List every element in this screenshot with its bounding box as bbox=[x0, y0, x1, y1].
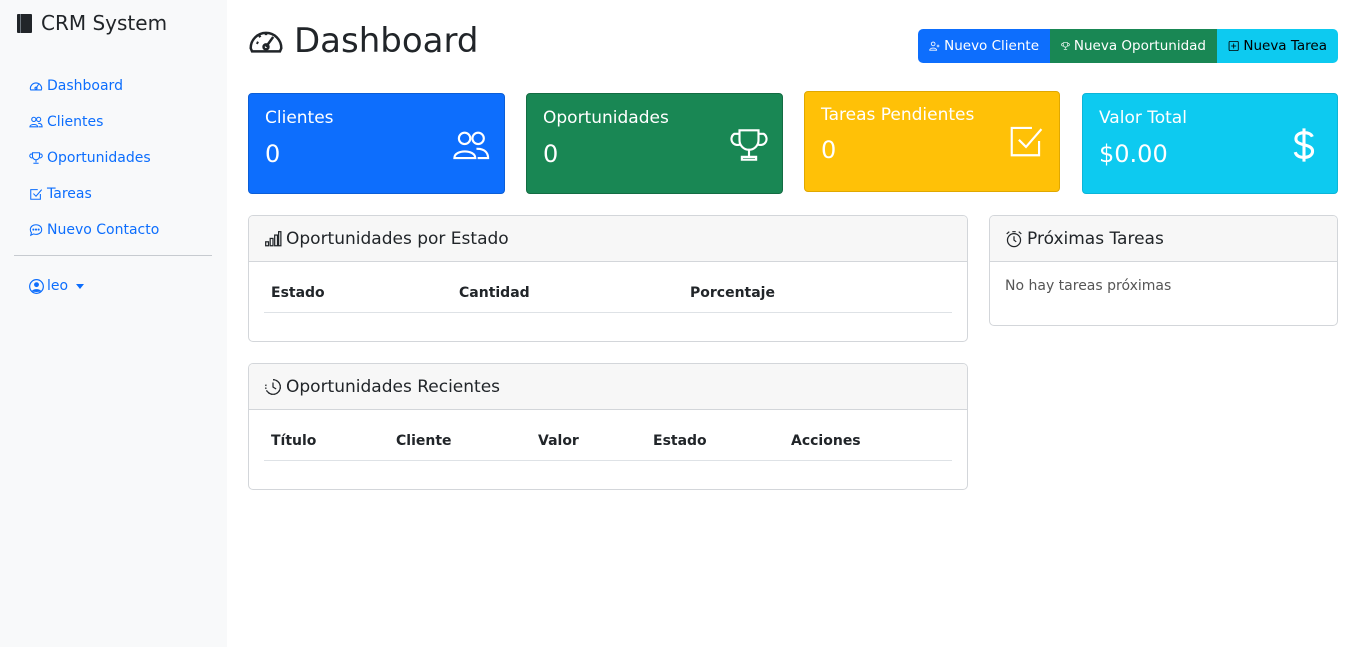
column-header: Valor bbox=[538, 433, 579, 449]
column-header: Porcentaje bbox=[690, 285, 775, 301]
stat-card-valor: Valor Total $0.00 bbox=[1082, 93, 1338, 194]
person-circle-icon bbox=[29, 278, 44, 294]
sidebar-item-oportunidades[interactable]: Oportunidades bbox=[29, 140, 159, 176]
trophy-icon bbox=[29, 152, 43, 164]
page-title: Dashboard bbox=[248, 21, 478, 61]
people-icon bbox=[453, 131, 490, 160]
table-header-row: Estado Cantidad Porcentaje bbox=[264, 276, 952, 313]
sidebar-nav: Dashboard Clientes Oportunidades Tareas … bbox=[29, 68, 159, 248]
card-header: Oportunidades por Estado bbox=[249, 216, 967, 262]
sidebar-item-label: Oportunidades bbox=[47, 150, 151, 166]
user-dropdown[interactable]: leo bbox=[29, 278, 85, 294]
card-title: Oportunidades Recientes bbox=[286, 376, 501, 397]
column-header: Cliente bbox=[396, 433, 452, 449]
nueva-oportunidad-label: Nueva Oportunidad bbox=[1073, 38, 1206, 54]
card-proximas-tareas: Próximas Tareas No hay tareas próximas bbox=[989, 215, 1338, 326]
alarm-icon bbox=[1006, 230, 1022, 247]
sidebar-item-tareas[interactable]: Tareas bbox=[29, 176, 159, 212]
stat-card-tareas: Tareas Pendientes 0 bbox=[804, 91, 1060, 192]
nueva-tarea-label: Nueva Tarea bbox=[1243, 38, 1327, 54]
stat-value: 0 bbox=[543, 140, 559, 168]
empty-state-text: No hay tareas próximas bbox=[1005, 278, 1172, 294]
speedometer-icon bbox=[249, 31, 283, 53]
action-buttons: Nuevo Cliente Nueva Oportunidad Nueva Ta… bbox=[918, 29, 1338, 63]
trophy-icon bbox=[1061, 42, 1070, 50]
sidebar-item-label: Nuevo Contacto bbox=[47, 222, 160, 238]
card-header: Oportunidades Recientes bbox=[249, 364, 967, 410]
stat-value: 0 bbox=[821, 136, 837, 164]
book-icon bbox=[17, 13, 32, 33]
sidebar-item-nuevo-contacto[interactable]: Nuevo Contacto bbox=[29, 212, 159, 248]
bar-chart-icon bbox=[265, 230, 282, 246]
trophy-icon bbox=[730, 129, 768, 161]
card-title: Oportunidades por Estado bbox=[286, 228, 509, 249]
card-title: Próximas Tareas bbox=[1027, 228, 1164, 249]
check-square-icon bbox=[1010, 126, 1043, 157]
sidebar-item-dashboard[interactable]: Dashboard bbox=[29, 68, 159, 104]
column-header: Estado bbox=[271, 285, 325, 301]
currency-dollar-icon bbox=[1293, 128, 1315, 162]
brand-label: CRM System bbox=[41, 11, 168, 35]
sidebar-item-label: Tareas bbox=[47, 186, 92, 202]
sidebar-item-clientes[interactable]: Clientes bbox=[29, 104, 159, 140]
check-square-icon bbox=[30, 189, 43, 200]
plus-square-icon bbox=[1228, 40, 1239, 52]
stat-label: Tareas Pendientes bbox=[821, 105, 975, 125]
stat-card-clientes: Clientes 0 bbox=[248, 93, 505, 194]
stat-value: 0 bbox=[265, 140, 281, 168]
card-oportunidades-recientes: Oportunidades Recientes Título Cliente V… bbox=[248, 363, 968, 490]
nueva-oportunidad-button[interactable]: Nueva Oportunidad bbox=[1050, 29, 1217, 63]
caret-down-icon bbox=[76, 283, 85, 289]
user-name: leo bbox=[47, 278, 69, 294]
people-icon bbox=[29, 116, 43, 128]
sidebar-item-label: Clientes bbox=[47, 114, 104, 130]
sidebar-divider bbox=[14, 255, 212, 256]
page-title-label: Dashboard bbox=[294, 21, 479, 61]
card-header: Próximas Tareas bbox=[990, 216, 1337, 262]
nueva-tarea-button[interactable]: Nueva Tarea bbox=[1217, 29, 1338, 63]
card-oportunidades-por-estado: Oportunidades por Estado Estado Cantidad… bbox=[248, 215, 968, 342]
stat-label: Valor Total bbox=[1099, 108, 1187, 128]
sidebar-item-label: Dashboard bbox=[47, 78, 123, 94]
column-header: Acciones bbox=[791, 433, 861, 449]
brand[interactable]: CRM System bbox=[17, 11, 167, 35]
speedometer-icon bbox=[29, 82, 43, 91]
clock-history-icon bbox=[265, 378, 281, 395]
table-header-row: Título Cliente Valor Estado Acciones bbox=[264, 424, 952, 461]
nuevo-cliente-button[interactable]: Nuevo Cliente bbox=[918, 29, 1050, 63]
sidebar: CRM System Dashboard Clientes Oportunida… bbox=[0, 0, 227, 647]
person-plus-icon bbox=[929, 41, 940, 51]
stat-value: $0.00 bbox=[1099, 140, 1168, 168]
stat-card-oportunidades: Oportunidades 0 bbox=[526, 93, 783, 194]
stat-label: Clientes bbox=[265, 108, 334, 128]
column-header: Título bbox=[271, 433, 317, 449]
stat-label: Oportunidades bbox=[543, 108, 669, 128]
column-header: Cantidad bbox=[459, 285, 530, 301]
chat-dots-icon bbox=[29, 224, 43, 237]
column-header: Estado bbox=[653, 433, 707, 449]
nuevo-cliente-label: Nuevo Cliente bbox=[944, 38, 1039, 54]
